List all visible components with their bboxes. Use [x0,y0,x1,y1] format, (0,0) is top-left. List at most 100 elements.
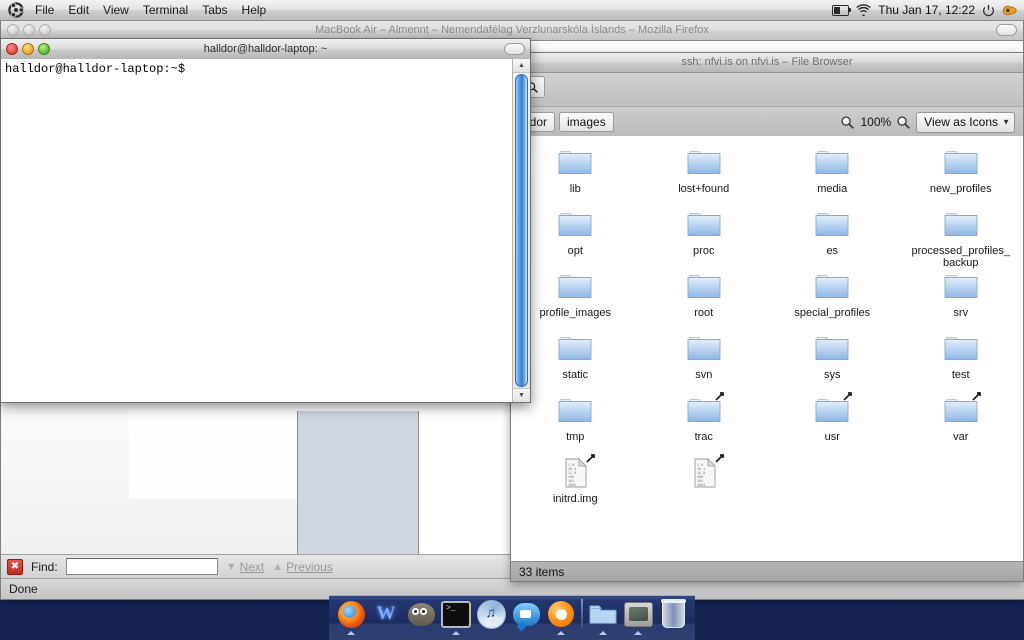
file-item[interactable]: usr [768,392,897,454]
close-button[interactable] [7,24,19,36]
file-label: trac [694,431,713,443]
folder-icon [684,146,724,180]
battery-icon[interactable] [832,4,852,16]
toolbar-toggle-button[interactable] [504,43,525,55]
menu-item-terminal[interactable]: Terminal [136,2,195,19]
dock-item-terminal[interactable] [441,599,471,635]
file-label: static [562,369,589,381]
file-icon: 1 0 10 1 11 0 100 101 1001 [684,454,724,490]
file-browser-title: ssh: nfvi.is on nfvi.is – File Browser [681,56,853,68]
power-icon[interactable] [982,4,995,17]
dock-item-media-player[interactable] [476,599,506,629]
file-item[interactable]: sys [768,330,897,392]
search-input[interactable] [65,558,218,575]
file-item[interactable]: test [897,330,1024,392]
file-label: lib [569,183,581,195]
zoom-controls[interactable]: 100% View as Icons ▼ [840,111,1015,133]
file-item[interactable]: 1 0 10 1 11 0 100 101 1001 [640,454,769,516]
file-browser-icon-view[interactable]: lib lost+found media new_profiles opt pr… [511,136,1023,561]
orange-app-icon[interactable] [1002,4,1018,17]
find-previous-button[interactable]: ▲ Previous [272,560,333,574]
minimize-button[interactable] [23,24,35,36]
terminal-scrollbar[interactable]: ▲ ▼ [512,59,530,402]
menu-item-tabs[interactable]: Tabs [195,2,234,19]
ubuntu-logo-icon[interactable] [6,2,26,18]
running-indicator [557,631,565,635]
menubar-status-area[interactable]: Thu Jan 17, 12:22 [832,3,1018,17]
dock-item-chat[interactable] [511,599,541,629]
view-mode-select[interactable]: View as Icons ▼ [916,111,1015,133]
folder-icon [941,146,981,180]
file-item[interactable]: var [897,392,1024,454]
dock-item-gimp[interactable] [406,599,436,629]
menu-item-file[interactable]: File [28,2,61,19]
terminal-output[interactable]: halldor@halldor-laptop:~$ [1,59,513,402]
file-item[interactable]: root [640,268,769,330]
minimize-button[interactable] [22,43,34,55]
scroll-down-icon[interactable]: ▼ [513,388,530,402]
dock-item-trash[interactable] [658,598,688,629]
clock[interactable]: Thu Jan 17, 12:22 [878,3,975,17]
trash-icon [660,598,686,628]
terminal-window-controls[interactable] [6,43,50,55]
menu-item-edit[interactable]: Edit [61,2,96,19]
folder-icon [941,332,981,366]
file-item[interactable]: srv [897,268,1024,330]
dock-item-wine[interactable]: W [371,599,401,629]
file-browser-titlebar[interactable]: ssh: nfvi.is on nfvi.is – File Browser [511,53,1023,73]
firefox-icon [337,600,365,628]
menu-bar[interactable]: File Edit View Terminal Tabs Help Thu Ja… [0,0,1024,21]
terminal-title: halldor@halldor-laptop: ~ [203,43,328,55]
maximize-button[interactable] [39,24,51,36]
folder-icon [555,270,595,304]
file-browser-window[interactable]: ssh: nfvi.is on nfvi.is – File Browser l… [510,52,1024,582]
dock-item-console[interactable] [623,599,653,635]
file-item[interactable]: proc [640,206,769,268]
toolbar-toggle-button[interactable] [996,24,1017,36]
terminal-window[interactable]: halldor@halldor-laptop: ~ halldor@halldo… [0,38,531,403]
file-item[interactable]: lost+found [640,144,769,206]
file-label: special_profiles [794,307,871,319]
file-label: test [951,369,970,381]
menu-item-view[interactable]: View [96,2,136,19]
menu-item-help[interactable]: Help [235,2,274,19]
file-item[interactable]: processed_profiles_backup [897,206,1024,269]
running-indicator [452,631,460,635]
file-label: opt [567,245,583,257]
file-browser-pathbar[interactable]: ldor images 100% View as Icons ▼ [511,107,1023,138]
dock[interactable]: W [329,595,695,640]
file-item[interactable]: svn [640,330,769,392]
zoom-out-icon[interactable] [840,115,855,130]
find-next-button[interactable]: ▼ Next [226,560,265,574]
file-item[interactable]: new_profiles [897,144,1024,206]
close-button[interactable] [6,43,18,55]
file-item[interactable]: special_profiles [768,268,897,330]
dock-item-firefox[interactable] [336,599,366,635]
up-arrow-icon: ▲ [272,560,284,573]
firefox-page-white-block [129,411,299,499]
file-browser-toolbar[interactable] [511,73,1023,107]
file-label: svn [695,369,713,381]
scrollbar-thumb[interactable] [515,74,528,387]
file-item[interactable]: trac [640,392,769,454]
running-indicator [599,631,607,635]
maximize-button[interactable] [38,43,50,55]
file-item[interactable]: media [768,144,897,206]
dock-item-pidgin[interactable] [546,599,576,635]
wifi-icon[interactable] [856,4,871,16]
close-icon[interactable]: ✖ [7,558,23,575]
chat-icon [512,602,540,626]
file-item[interactable]: 1 0 10 1 11 0 100 101 1001 initrd.img [511,454,640,516]
breadcrumb-1[interactable]: images [559,112,614,132]
file-label: srv [953,307,969,319]
zoom-in-icon[interactable] [896,115,911,130]
find-label: Find: [31,559,58,574]
file-item[interactable]: es [768,206,897,268]
folder-icon [589,603,617,625]
firefox-window-controls[interactable] [7,24,51,36]
file-grid: lib lost+found media new_profiles opt pr… [511,136,1023,516]
dock-item-file-manager[interactable] [588,599,618,635]
terminal-titlebar[interactable]: halldor@halldor-laptop: ~ [1,39,530,60]
scroll-up-icon[interactable]: ▲ [513,59,530,73]
file-label: tmp [566,431,585,443]
